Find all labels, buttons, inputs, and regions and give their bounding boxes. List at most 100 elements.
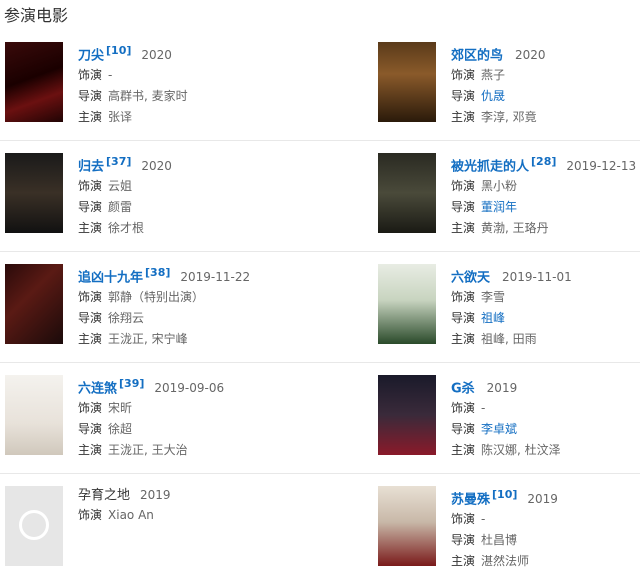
movie-title[interactable]: 被光抓走的人 <box>451 159 529 174</box>
movie-title[interactable]: 六欲天 <box>451 270 490 285</box>
director-link[interactable]: 董润年 <box>481 200 517 214</box>
director-label: 导演 <box>78 200 103 215</box>
citation-link[interactable]: [10] <box>492 488 517 501</box>
director-value: 徐翔云 <box>108 311 145 326</box>
director-label: 导演 <box>451 422 476 437</box>
movie-title[interactable]: 苏曼殊 <box>451 492 490 507</box>
release-date: 2019-11-22 <box>180 270 251 285</box>
movie-poster[interactable] <box>5 375 63 455</box>
movie-title[interactable]: 郊区的鸟 <box>451 48 503 63</box>
cast-value: 湛然法师 <box>481 554 530 569</box>
release-date: 2019-12-13 <box>566 159 637 174</box>
movie-title[interactable]: 归去 <box>78 159 104 174</box>
role-value: Xiao An <box>108 508 154 522</box>
role-label: 饰演 <box>78 179 103 194</box>
movie-item: 追凶十九年 [38] 2019-11-22 饰演 郭静（特别出演） 导演 徐翔云 主演王… <box>5 252 305 362</box>
director-link[interactable]: 祖峰 <box>481 311 505 325</box>
movie-poster[interactable] <box>378 153 436 233</box>
role-label: 饰演 <box>451 68 476 83</box>
role-value: 郭静（特别出演） <box>108 290 205 305</box>
movie-title[interactable]: G杀 <box>451 381 475 396</box>
director-label: 导演 <box>78 89 103 104</box>
release-date: 2020 <box>141 48 172 63</box>
cast-value: 李淳, 邓竟 <box>481 110 537 125</box>
movie-poster[interactable] <box>378 375 436 455</box>
release-date: 2020 <box>141 159 172 174</box>
cast-value: 张译 <box>108 110 133 125</box>
release-date: 2020 <box>515 48 546 63</box>
role-value: - <box>481 512 486 527</box>
cast-label: 主演 <box>78 221 103 236</box>
movie-item: 六欲天 2019-11-01 饰演 李雪 导演 祖峰 主演 祖峰, 田雨 <box>378 252 640 362</box>
cast-value: 徐才根 <box>108 221 145 236</box>
movie-item: G杀 2019 饰演 - 导演 李卓斌 主演 陈汉娜, 杜汶泽 <box>378 363 640 473</box>
role-label: 饰演 <box>78 68 103 83</box>
cast-label: 主演 <box>78 110 103 125</box>
role-value: 黑小粉 <box>481 179 518 194</box>
cast-label: 主演 <box>451 110 476 125</box>
citation-link[interactable]: [38] <box>145 266 170 279</box>
role-label: 饰演 <box>451 512 476 527</box>
movie-row: 追凶十九年 [38] 2019-11-22 饰演 郭静（特别出演） 导演 徐翔云 主演王… <box>0 252 640 363</box>
poster-placeholder <box>5 486 63 566</box>
release-date: 2019 <box>527 492 558 507</box>
citation-link[interactable]: [10] <box>106 44 131 57</box>
director-label: 导演 <box>451 200 476 215</box>
cast-label: 主演 <box>451 443 476 458</box>
section-title: 参演电影 <box>4 6 69 25</box>
movie-poster[interactable] <box>378 486 436 566</box>
director-value: 高群书, 麦家时 <box>108 89 188 104</box>
role-value: - <box>108 68 113 83</box>
role-value: 燕子 <box>481 68 506 83</box>
movie-row: 孕育之地 2019 饰演 Xiao An 苏曼殊 [10] 2019 饰演 - 导演 杜昌博… <box>0 474 640 584</box>
citation-link[interactable]: [37] <box>106 155 131 168</box>
movie-poster[interactable] <box>5 42 63 122</box>
cast-label: 主演 <box>451 554 476 569</box>
movie-title[interactable]: 六连煞 <box>78 381 117 396</box>
director-link[interactable]: 李卓斌 <box>481 422 517 436</box>
citation-link[interactable]: [39] <box>119 377 144 390</box>
cast-label: 主演 <box>78 443 103 458</box>
director-link[interactable]: 仇晟 <box>481 89 505 103</box>
movie-poster[interactable] <box>378 264 436 344</box>
director-label: 导演 <box>78 422 103 437</box>
director-value: 颜雷 <box>108 200 133 215</box>
role-value: 云姐 <box>108 179 133 194</box>
movie-title: 孕育之地 <box>78 488 131 503</box>
role-label: 饰演 <box>78 290 103 305</box>
cast-value: 王泷正, 王大治 <box>108 443 188 458</box>
movie-item: 六连煞 [39] 2019-09-06 饰演 宋昕 导演 徐超 主演 王泷正, 王大治 <box>5 363 305 473</box>
cast-label: 主演 <box>78 332 103 347</box>
director-label: 导演 <box>451 311 476 326</box>
director-label: 导演 <box>451 533 476 548</box>
release-date: 2019-11-01 <box>502 270 572 285</box>
cast-value: 祖峰, 田雨 <box>481 332 537 347</box>
movie-item: 刀尖 [10] 2020 饰演 - 导演 高群书, 麦家时 主演 张译 <box>5 30 305 140</box>
movie-item: 被光抓走的人 [28] 2019-12-13 饰演 黑小粉 导演 董润年 主演 黄渤, 王… <box>378 141 640 251</box>
movie-title[interactable]: 刀尖 <box>78 48 104 63</box>
movie-grid: 刀尖 [10] 2020 饰演 - 导演 高群书, 麦家时 主演 张译 郊区的鸟 2020 … <box>0 30 640 584</box>
role-value: - <box>481 401 486 416</box>
movie-title[interactable]: 追凶十九年 <box>78 270 143 285</box>
cast-value: 黄渤, 王珞丹 <box>481 221 549 236</box>
cast-value: 王泷正, 宋宁峰 <box>108 332 188 347</box>
role-value: 宋昕 <box>108 401 133 416</box>
director-value: 杜昌博 <box>481 533 518 548</box>
movie-row: 刀尖 [10] 2020 饰演 - 导演 高群书, 麦家时 主演 张译 郊区的鸟 2020 … <box>0 30 640 141</box>
cast-label: 主演 <box>451 221 476 236</box>
role-value: 李雪 <box>481 290 506 305</box>
director-label: 导演 <box>78 311 103 326</box>
role-label: 饰演 <box>451 290 476 305</box>
movie-poster[interactable] <box>378 42 436 122</box>
release-date: 2019-09-06 <box>154 381 225 396</box>
movie-item: 孕育之地 2019 饰演 Xiao An <box>5 474 305 584</box>
citation-link[interactable]: [28] <box>531 155 556 168</box>
role-label: 饰演 <box>78 401 103 416</box>
movie-row: 六连煞 [39] 2019-09-06 饰演 宋昕 导演 徐超 主演 王泷正, 王大治 G… <box>0 363 640 474</box>
movie-poster[interactable] <box>5 153 63 233</box>
film-reel-icon <box>19 510 49 540</box>
release-date: 2019 <box>140 488 171 502</box>
director-value: 徐超 <box>108 422 133 437</box>
movie-item: 苏曼殊 [10] 2019 饰演 - 导演 杜昌博 主演 湛然法师 <box>378 474 640 584</box>
movie-poster[interactable] <box>5 264 63 344</box>
